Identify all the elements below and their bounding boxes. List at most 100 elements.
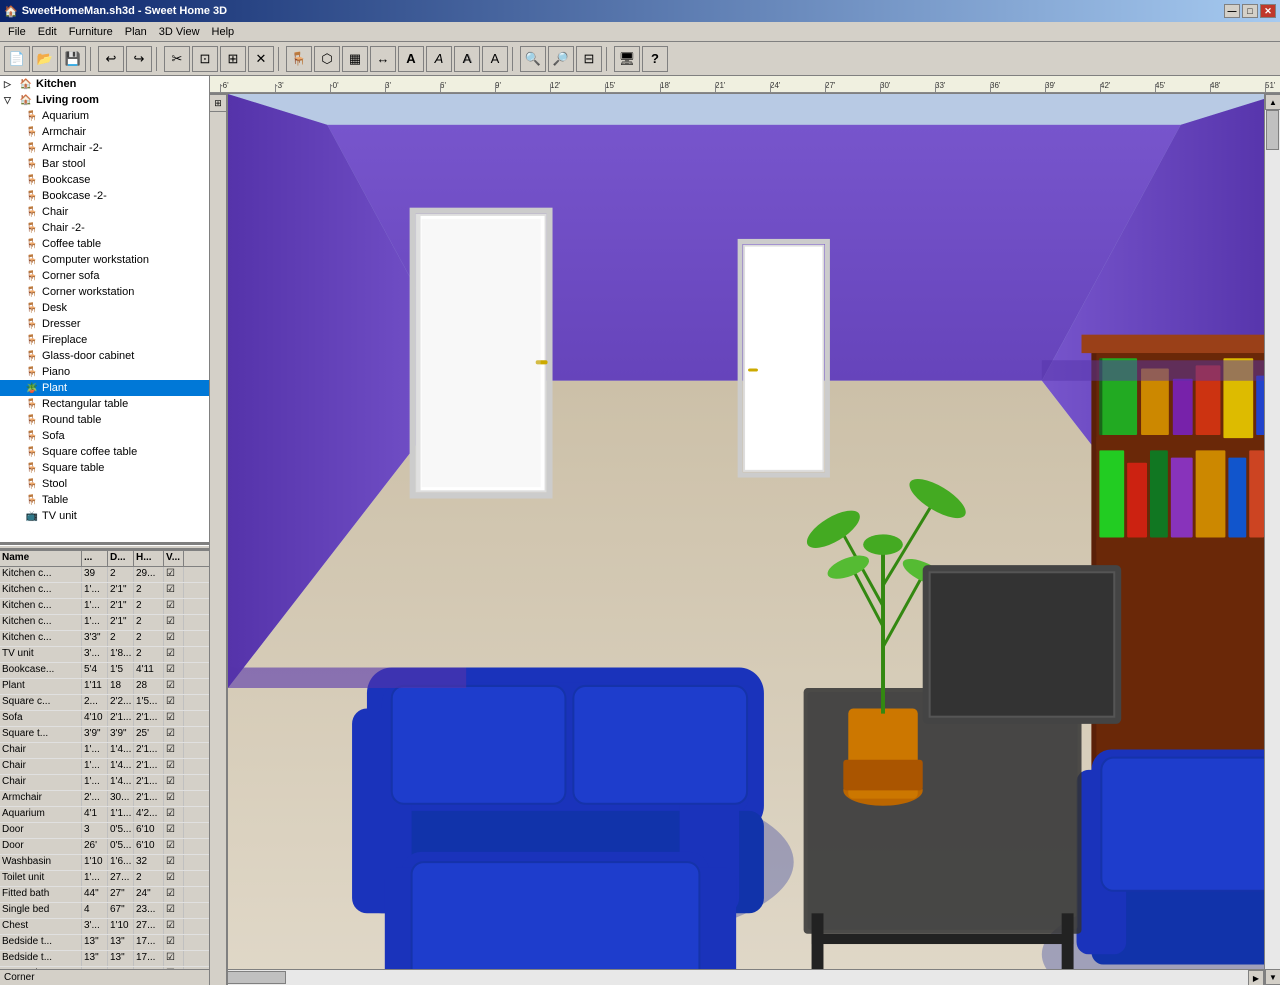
tree-item-cornerws[interactable]: 🪑Corner workstation bbox=[0, 284, 209, 300]
prop-row[interactable]: Kitchen c... 1'... 2'1" 2 ☑ bbox=[0, 583, 209, 599]
close-button[interactable]: ✕ bbox=[1260, 4, 1276, 18]
toolbar-add-furniture[interactable]: 🪑 bbox=[286, 46, 312, 72]
prop-row[interactable]: Single bed 4 67" 23... ☑ bbox=[0, 903, 209, 919]
prop-cell-d: 2'1" bbox=[108, 599, 134, 614]
prop-row[interactable]: Toilet unit 1'... 27... 2 ☑ bbox=[0, 871, 209, 887]
toolbar-help[interactable]: ? bbox=[642, 46, 668, 72]
tree-item-dresser[interactable]: 🪑Dresser bbox=[0, 316, 209, 332]
toolbar-zoom-in[interactable]: 🔍 bbox=[520, 46, 546, 72]
tree-item-piano[interactable]: 🪑Piano bbox=[0, 364, 209, 380]
tree-item-sofa[interactable]: 🪑Sofa bbox=[0, 428, 209, 444]
tree-item-barstool[interactable]: 🪑Bar stool bbox=[0, 156, 209, 172]
menu-file[interactable]: File bbox=[2, 24, 32, 40]
tree-view[interactable]: ▷ 🏠 Kitchen ▽ 🏠 Living room 🪑Aquarium 🪑A… bbox=[0, 76, 209, 545]
prop-row[interactable]: Chair 1'... 1'4... 2'1... ☑ bbox=[0, 775, 209, 791]
prop-row[interactable]: Bedside t... 13" 13" 17... ☑ bbox=[0, 951, 209, 967]
prop-row[interactable]: Fitted bath 44" 27" 24" ☑ bbox=[0, 887, 209, 903]
menu-plan[interactable]: Plan bbox=[119, 24, 153, 40]
tree-item-plant[interactable]: 🪴Plant bbox=[0, 380, 209, 396]
toolbar-add-text2[interactable]: A bbox=[426, 46, 452, 72]
prop-cell-h: 6'10 bbox=[134, 839, 164, 854]
vscroll-up[interactable]: ▲ bbox=[1265, 94, 1280, 110]
prop-row[interactable]: Square t... 3'9" 3'9" 25' ☑ bbox=[0, 727, 209, 743]
hscroll-track[interactable] bbox=[226, 970, 1248, 985]
toolbar-save[interactable]: 💾 bbox=[60, 46, 86, 72]
tree-item-roundtable[interactable]: 🪑Round table bbox=[0, 412, 209, 428]
tree-item-desk[interactable]: 🪑Desk bbox=[0, 300, 209, 316]
tree-item-stool[interactable]: 🪑Stool bbox=[0, 476, 209, 492]
toolbar-add-text3[interactable]: A bbox=[454, 46, 480, 72]
tree-item-armchair[interactable]: 🪑Armchair bbox=[0, 124, 209, 140]
menu-3dview[interactable]: 3D View bbox=[153, 24, 206, 40]
tree-item-kitchen[interactable]: ▷ 🏠 Kitchen bbox=[0, 76, 209, 92]
toolbar-add-room[interactable]: ⬡ bbox=[314, 46, 340, 72]
prop-row[interactable]: Chair 1'... 1'4... 2'1... ☑ bbox=[0, 759, 209, 775]
maximize-button[interactable]: □ bbox=[1242, 4, 1258, 18]
tree-item-computerws[interactable]: 🪑Computer workstation bbox=[0, 252, 209, 268]
toolbar-add-wall[interactable]: ▦ bbox=[342, 46, 368, 72]
toolbar-zoom-fit[interactable]: ⊟ bbox=[576, 46, 602, 72]
vertical-scrollbar[interactable]: ▲ ▼ bbox=[1264, 94, 1280, 985]
prop-row[interactable]: Bookcase... 5'4 1'5 4'11 ☑ bbox=[0, 663, 209, 679]
toolbar-plan3d[interactable]: 🖥 bbox=[614, 46, 640, 72]
prop-row[interactable]: Sofa 4'10 2'1... 2'1... ☑ bbox=[0, 711, 209, 727]
prop-row[interactable]: Kitchen c... 1'... 2'1" 2 ☑ bbox=[0, 615, 209, 631]
tree-item-glasscabinet[interactable]: 🪑Glass-door cabinet bbox=[0, 348, 209, 364]
prop-row[interactable]: Aquarium 4'1 1'1... 4'2... ☑ bbox=[0, 807, 209, 823]
tree-item-fireplace[interactable]: 🪑Fireplace bbox=[0, 332, 209, 348]
toolbar-redo[interactable]: ↪ bbox=[126, 46, 152, 72]
tree-item-tvunit[interactable]: 📺TV unit bbox=[0, 508, 209, 524]
tree-item-squarecoffee[interactable]: 🪑Square coffee table bbox=[0, 444, 209, 460]
vscroll-down[interactable]: ▼ bbox=[1265, 969, 1280, 985]
menu-furniture[interactable]: Furniture bbox=[63, 24, 119, 40]
prop-row[interactable]: TV unit 3'... 1'8... 2 ☑ bbox=[0, 647, 209, 663]
toolbar-copy[interactable]: ⊡ bbox=[192, 46, 218, 72]
toolbar-open[interactable]: 📂 bbox=[32, 46, 58, 72]
toolbar-delete[interactable]: ✕ bbox=[248, 46, 274, 72]
tree-item-cornersofa[interactable]: 🪑Corner sofa bbox=[0, 268, 209, 284]
tree-item-squaretable[interactable]: 🪑Square table bbox=[0, 460, 209, 476]
horizontal-scrollbar[interactable]: ◀ ▶ bbox=[210, 969, 1264, 985]
tree-item-coffeetable[interactable]: 🪑Coffee table bbox=[0, 236, 209, 252]
item-icon-desk: 🪑 bbox=[24, 301, 40, 315]
prop-row[interactable]: Chest 3'... 1'10 27... ☑ bbox=[0, 919, 209, 935]
prop-row[interactable]: Kitchen c... 39 2 29... ☑ bbox=[0, 567, 209, 583]
tree-item-recttable[interactable]: 🪑Rectangular table bbox=[0, 396, 209, 412]
hscroll-right[interactable]: ▶ bbox=[1248, 970, 1264, 985]
tree-item-chair2[interactable]: 🪑Chair -2- bbox=[0, 220, 209, 236]
prop-row[interactable]: Bedside t... 13" 13" 17... ☑ bbox=[0, 935, 209, 951]
tree-item-living-room[interactable]: ▽ 🏠 Living room bbox=[0, 92, 209, 108]
toolbar-add-dimension[interactable]: ↔ bbox=[370, 46, 396, 72]
toolbar-undo[interactable]: ↩ bbox=[98, 46, 124, 72]
prop-row[interactable]: Washbasin 1'10 1'6... 32 ☑ bbox=[0, 855, 209, 871]
expand-living-room: ▽ bbox=[4, 95, 16, 106]
prop-row[interactable]: Chair 1'... 1'4... 2'1... ☑ bbox=[0, 743, 209, 759]
tree-item-aquarium[interactable]: 🪑Aquarium bbox=[0, 108, 209, 124]
tree-item-chair[interactable]: 🪑Chair bbox=[0, 204, 209, 220]
tree-item-bookcase[interactable]: 🪑Bookcase bbox=[0, 172, 209, 188]
minimize-button[interactable]: — bbox=[1224, 4, 1240, 18]
prop-row[interactable]: Door 3 0'5... 6'10 ☑ bbox=[0, 823, 209, 839]
toolbar-add-text[interactable]: A bbox=[398, 46, 424, 72]
vscroll-track[interactable] bbox=[1265, 110, 1280, 969]
prop-row[interactable]: Plant 1'11 18 28 ☑ bbox=[0, 679, 209, 695]
toolbar-new[interactable]: 📄 bbox=[4, 46, 30, 72]
tree-item-bookcase2[interactable]: 🪑Bookcase -2- bbox=[0, 188, 209, 204]
toolbar-add-text4[interactable]: A bbox=[482, 46, 508, 72]
tree-item-armchair2[interactable]: 🪑Armchair -2- bbox=[0, 140, 209, 156]
toolbar-paste[interactable]: ⊞ bbox=[220, 46, 246, 72]
prop-row[interactable]: Kitchen c... 3'3" 2 2 ☑ bbox=[0, 631, 209, 647]
view3d[interactable]: -6'-3'-0'3'6'9'12'15'18'21'24'27'30'33'3… bbox=[210, 76, 1280, 985]
vscroll-thumb[interactable] bbox=[1266, 110, 1279, 150]
prop-row[interactable]: Door 26' 0'5... 6'10 ☑ bbox=[0, 839, 209, 855]
prop-row[interactable]: Square c... 2... 2'2... 1'5... ☑ bbox=[0, 695, 209, 711]
prop-row[interactable]: Kitchen c... 1'... 2'1" 2 ☑ bbox=[0, 599, 209, 615]
prop-table[interactable]: Kitchen c... 39 2 29... ☑ Kitchen c... 1… bbox=[0, 567, 209, 969]
hscroll-thumb[interactable] bbox=[226, 971, 286, 984]
tree-item-table[interactable]: 🪑Table bbox=[0, 492, 209, 508]
prop-row[interactable]: Armchair 2'... 30... 2'1... ☑ bbox=[0, 791, 209, 807]
menu-edit[interactable]: Edit bbox=[32, 24, 63, 40]
menu-help[interactable]: Help bbox=[206, 24, 241, 40]
toolbar-cut[interactable]: ✂ bbox=[164, 46, 190, 72]
toolbar-zoom-out[interactable]: 🔎 bbox=[548, 46, 574, 72]
